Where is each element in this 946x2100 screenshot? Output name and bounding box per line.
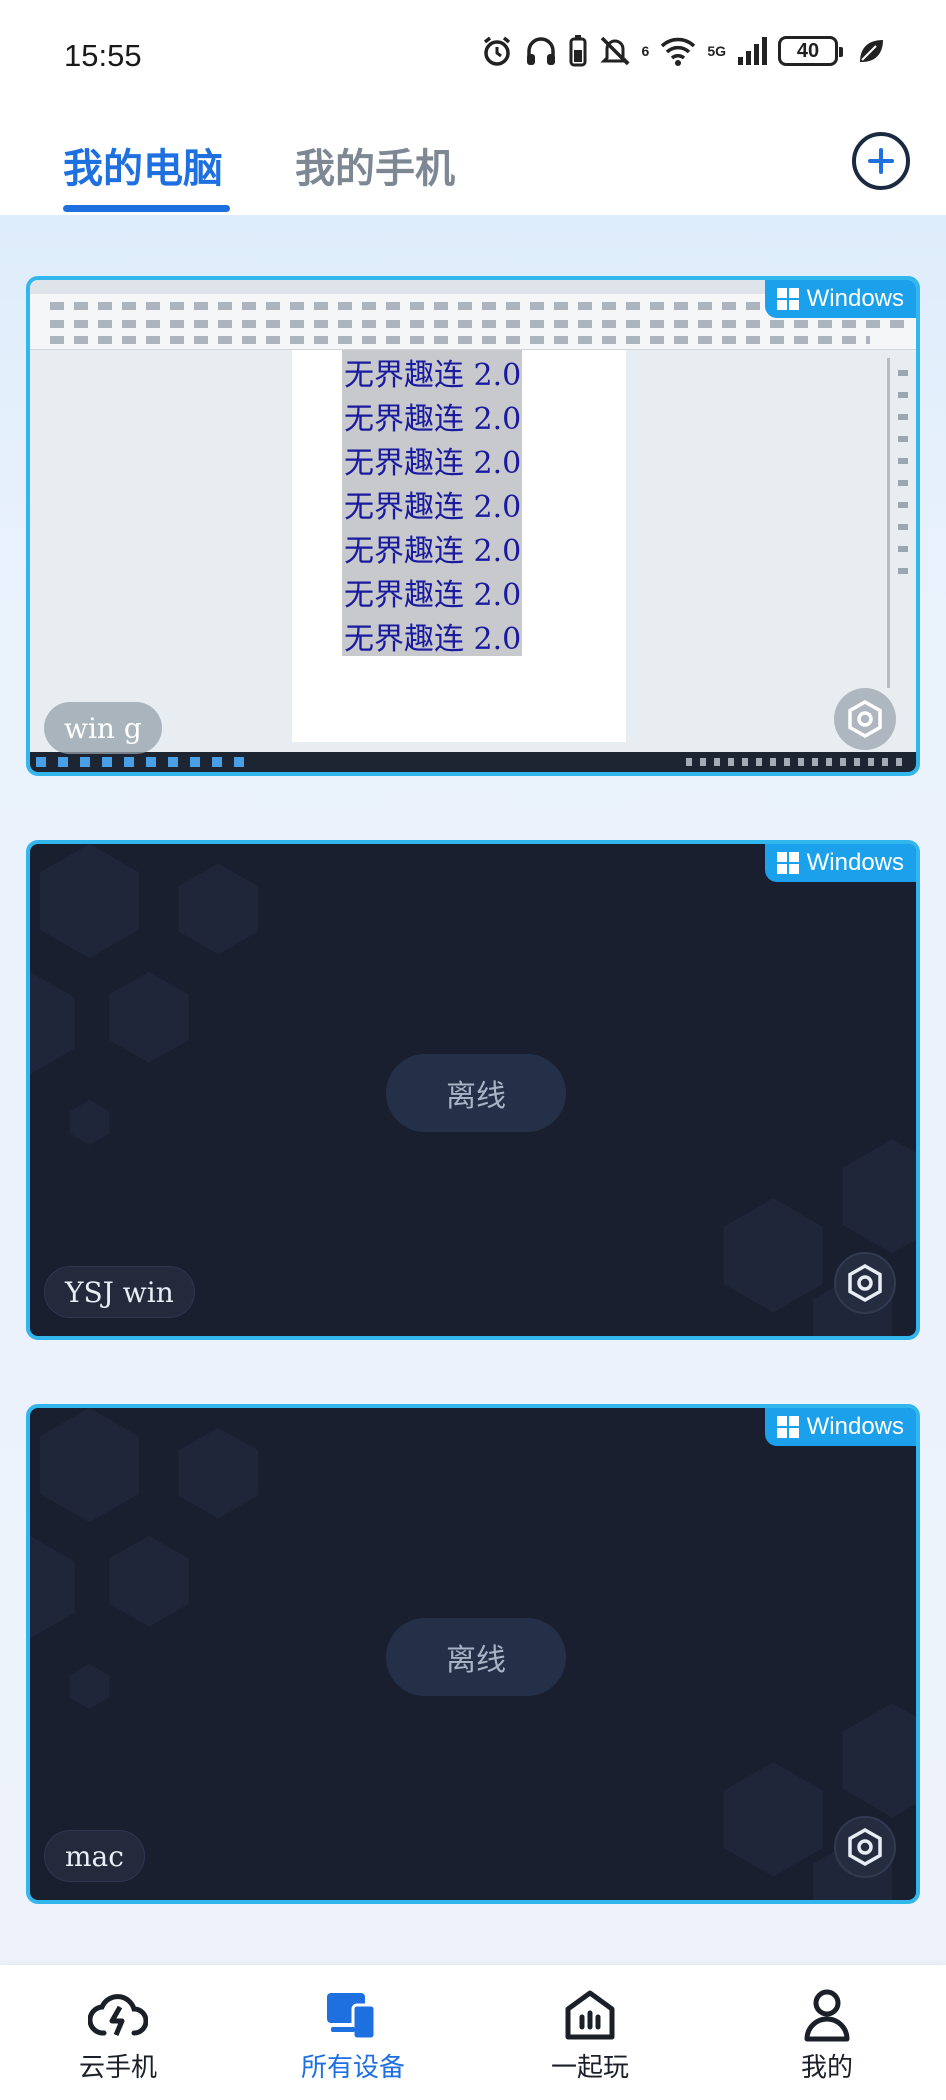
device-settings-button[interactable] bbox=[834, 688, 896, 750]
leaf-icon bbox=[860, 40, 883, 62]
os-badge: Windows bbox=[764, 844, 916, 882]
home-play-icon bbox=[565, 1990, 615, 2040]
device-battery-icon bbox=[569, 35, 587, 67]
tab-my-phone[interactable]: 我的手机 bbox=[295, 136, 455, 194]
windows-logo-icon bbox=[776, 288, 799, 310]
nav-label: 云手机 bbox=[78, 2053, 157, 2083]
preview-text-line: 无界趣连 2.0 bbox=[344, 578, 522, 613]
device-card[interactable]: Windows 离线 YSJ win bbox=[26, 840, 920, 1340]
battery-indicator: 40 bbox=[778, 36, 843, 66]
device-card[interactable]: Windows 离线 mac bbox=[26, 1404, 920, 1904]
device-name: mac bbox=[44, 1830, 145, 1882]
status-icons: 6 5G 40 bbox=[480, 34, 886, 68]
preview-side-toolbar bbox=[898, 370, 908, 590]
wifi-icon bbox=[661, 37, 696, 66]
os-label: Windows bbox=[806, 1413, 904, 1440]
hexagon-settings-icon bbox=[848, 1263, 882, 1303]
nav-play-together[interactable]: 一起玩 bbox=[515, 1987, 665, 2084]
header: 我的电脑 我的手机 bbox=[0, 110, 946, 215]
windows-logo-icon bbox=[776, 852, 799, 874]
offline-status: 离线 bbox=[386, 1054, 566, 1132]
active-tab-indicator bbox=[63, 205, 230, 212]
mute-bell-icon bbox=[599, 36, 630, 66]
person-icon bbox=[804, 1989, 850, 2042]
nav-label: 我的 bbox=[800, 2053, 853, 2083]
nav-all-devices[interactable]: 所有设备 bbox=[278, 1987, 428, 2084]
screen-preview-document: 无界趣连 2.0 无界趣连 2.0 无界趣连 2.0 无界趣连 2.0 无界趣连… bbox=[292, 350, 626, 742]
os-label: Windows bbox=[806, 285, 904, 312]
alarm-icon bbox=[483, 36, 510, 66]
preview-text-line: 无界趣连 2.0 bbox=[344, 490, 522, 525]
device-name: win g bbox=[44, 702, 162, 754]
nav-label: 一起玩 bbox=[550, 2053, 629, 2083]
battery-level: 40 bbox=[796, 39, 820, 62]
add-device-button[interactable] bbox=[852, 132, 910, 190]
headphones-icon bbox=[526, 37, 555, 65]
os-badge: Windows bbox=[764, 1408, 916, 1446]
status-time: 15:55 bbox=[64, 38, 142, 73]
preview-scrollbar bbox=[887, 358, 890, 688]
os-label: Windows bbox=[806, 849, 904, 876]
device-name: YSJ win bbox=[44, 1266, 195, 1318]
preview-text-line: 无界趣连 2.0 bbox=[344, 622, 522, 657]
nav-mine[interactable]: 我的 bbox=[752, 1987, 902, 2084]
device-card[interactable]: 无界趣连 2.0 无界趣连 2.0 无界趣连 2.0 无界趣连 2.0 无界趣连… bbox=[26, 276, 920, 776]
windows-logo-icon bbox=[776, 1416, 799, 1438]
devices-icon bbox=[327, 1993, 377, 2041]
cell-signal-icon bbox=[738, 37, 767, 65]
hexagon-settings-icon bbox=[848, 1827, 882, 1867]
preview-text-line: 无界趣连 2.0 bbox=[344, 534, 522, 569]
preview-text-line: 无界趣连 2.0 bbox=[344, 358, 522, 393]
offline-status: 离线 bbox=[386, 1618, 566, 1696]
status-bar: 15:55 6 5G 40 bbox=[0, 0, 946, 110]
preview-text-line: 无界趣连 2.0 bbox=[344, 446, 522, 481]
device-settings-button[interactable] bbox=[834, 1816, 896, 1878]
tab-my-computer[interactable]: 我的电脑 bbox=[63, 136, 223, 194]
bottom-nav: 云手机 所有设备 一起玩 我的 bbox=[0, 1965, 946, 2100]
hexagon-settings-icon bbox=[848, 699, 882, 739]
device-settings-button[interactable] bbox=[834, 1252, 896, 1314]
cloud-lightning-icon bbox=[88, 1994, 148, 2036]
preview-taskbar bbox=[30, 752, 916, 772]
nav-label: 所有设备 bbox=[300, 2053, 405, 2083]
signal-prefix: 6 bbox=[641, 43, 650, 59]
os-badge: Windows bbox=[764, 280, 916, 318]
preview-text-line: 无界趣连 2.0 bbox=[344, 402, 522, 437]
network-type: 5G bbox=[707, 43, 726, 59]
nav-cloud-phone[interactable]: 云手机 bbox=[43, 1987, 193, 2084]
